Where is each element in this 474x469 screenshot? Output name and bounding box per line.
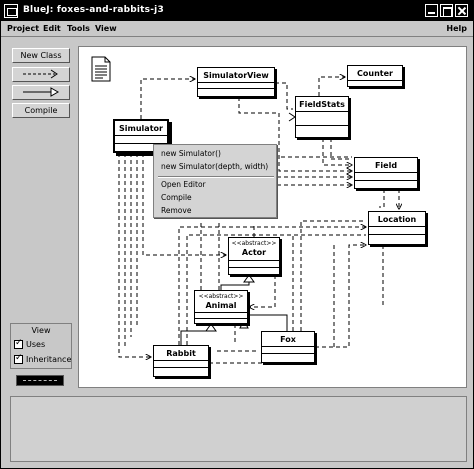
class-divider <box>198 88 274 89</box>
class-fox[interactable]: Fox <box>261 331 315 363</box>
menu-project[interactable]: Project <box>7 24 39 33</box>
class-name: Simulator <box>119 124 163 133</box>
view-panel: View Uses Inheritance <box>10 323 72 369</box>
class-divider <box>369 234 425 235</box>
class-divider <box>355 172 417 173</box>
class-stereotype: <<abstract>> <box>198 293 244 300</box>
inheritance-checkbox[interactable] <box>14 353 23 364</box>
minimize-button[interactable] <box>425 4 438 17</box>
class-divider <box>348 80 402 81</box>
dashed-arrow-icon <box>23 69 58 79</box>
window-menu-icon[interactable] <box>4 4 18 18</box>
new-class-button[interactable]: New Class <box>12 48 70 63</box>
maximize-button[interactable] <box>440 4 453 17</box>
menu-bar: Project Edit Tools View Help <box>1 21 473 37</box>
class-divider <box>355 180 417 181</box>
menu-separator <box>158 176 274 178</box>
uses-label: Uses <box>26 340 46 349</box>
machine-indicator[interactable] <box>16 375 64 386</box>
menu-item-compile[interactable]: Compile <box>161 193 192 202</box>
close-button[interactable] <box>455 4 468 17</box>
class-actor[interactable]: <<abstract>> Actor <box>228 237 280 275</box>
readme-document-icon[interactable] <box>91 56 111 82</box>
class-name: Field <box>374 161 398 170</box>
class-simulatorview[interactable]: SimulatorView <box>197 67 275 97</box>
message-area <box>10 396 467 462</box>
class-divider <box>154 360 208 361</box>
class-field[interactable]: Field <box>354 157 418 189</box>
view-panel-title: View <box>31 326 51 335</box>
class-name: Location <box>377 215 417 224</box>
window-title: BlueJ: foxes-and-rabbits-j3 <box>23 5 164 15</box>
uses-arrow-button[interactable] <box>12 67 70 82</box>
inheritance-arrow-button[interactable] <box>12 85 70 100</box>
class-divider <box>262 346 314 347</box>
inheritance-toggle[interactable]: Inheritance <box>14 353 72 364</box>
class-location[interactable]: Location <box>368 211 426 245</box>
class-divider <box>195 318 247 319</box>
document-icon <box>91 56 111 82</box>
class-animal[interactable]: <<abstract>> Animal <box>194 290 248 324</box>
class-divider <box>195 312 247 313</box>
class-divider <box>296 125 348 126</box>
title-bar[interactable]: BlueJ: foxes-and-rabbits-j3 <box>1 1 473 21</box>
inheritance-label: Inheritance <box>26 355 72 364</box>
class-divider <box>198 82 274 83</box>
menu-edit[interactable]: Edit <box>43 24 61 33</box>
menu-item-new-simulator[interactable]: new Simulator() <box>161 149 221 158</box>
class-divider <box>296 111 348 112</box>
menu-view[interactable]: View <box>95 24 117 33</box>
menu-tools[interactable]: Tools <box>67 24 90 33</box>
class-divider <box>229 260 279 261</box>
class-counter[interactable]: Counter <box>347 65 403 87</box>
class-context-menu: new Simulator() new Simulator(depth, wid… <box>153 144 277 218</box>
menu-item-remove[interactable]: Remove <box>161 206 191 215</box>
class-divider <box>262 353 314 354</box>
menu-item-new-simulator-depth-width[interactable]: new Simulator(depth, width) <box>161 162 268 171</box>
uses-toggle[interactable]: Uses <box>14 338 46 349</box>
menu-item-open-editor[interactable]: Open Editor <box>161 180 206 189</box>
class-divider <box>115 135 167 136</box>
inheritance-arrow-icon <box>23 87 60 97</box>
class-name: Fox <box>280 335 296 344</box>
class-name: Animal <box>205 301 237 310</box>
class-divider <box>369 226 425 227</box>
class-name: Actor <box>241 248 267 257</box>
class-divider <box>154 367 208 368</box>
class-name: SimulatorView <box>203 71 269 80</box>
class-name: FieldStats <box>299 100 345 109</box>
class-rabbit[interactable]: Rabbit <box>153 345 209 377</box>
class-diagram-canvas[interactable]: SimulatorView Counter FieldStats Simulat… <box>78 46 467 388</box>
class-stereotype: <<abstract>> <box>231 240 277 247</box>
class-name: Counter <box>357 69 393 78</box>
bluej-window: BlueJ: foxes-and-rabbits-j3 Project Edit… <box>0 0 474 469</box>
class-name: Rabbit <box>166 349 196 358</box>
uses-checkbox[interactable] <box>14 338 23 349</box>
class-divider <box>229 267 279 268</box>
compile-button[interactable]: Compile <box>12 103 70 118</box>
menu-help[interactable]: Help <box>446 24 467 33</box>
class-fieldstats[interactable]: FieldStats <box>295 96 349 138</box>
